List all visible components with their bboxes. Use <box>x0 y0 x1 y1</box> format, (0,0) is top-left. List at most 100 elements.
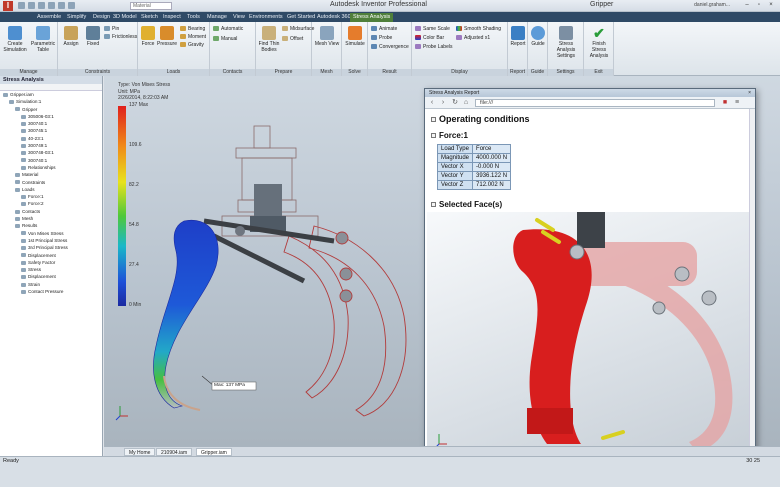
browser-tree-item[interactable]: Gripper.iam <box>0 91 102 98</box>
browser-tree-item[interactable]: 300740:1 <box>0 157 102 164</box>
home-icon[interactable] <box>68 2 75 9</box>
browser-tree-item[interactable]: Constraints <box>0 179 102 186</box>
parametric-table-button[interactable]: Parametric Table <box>30 26 56 53</box>
create-simulation-button[interactable]: Create Simulation <box>2 26 28 53</box>
tab-gripper[interactable]: Gripper.iam <box>196 448 232 456</box>
collapse-icon[interactable] <box>431 117 436 123</box>
color-bar-button[interactable]: Color Bar <box>415 35 444 41</box>
collapse-icon[interactable] <box>431 133 436 139</box>
bookmark-icon[interactable]: ■ <box>721 99 729 107</box>
bearing-button[interactable]: Bearing <box>180 26 205 32</box>
tab-autodesk-360[interactable]: Autodesk 360 <box>314 13 354 22</box>
tab-stress-analysis[interactable]: Stress Analysis <box>350 13 394 22</box>
convergence-button[interactable]: Convergence <box>371 44 409 50</box>
probe-button[interactable]: Probe <box>371 35 392 41</box>
browser-tree-item[interactable]: Simulation:1 <box>0 98 102 105</box>
browser-tree-item[interactable]: Displacement <box>0 252 102 259</box>
tab-inspect[interactable]: Inspect <box>160 13 184 22</box>
tree-item-label: Strain <box>28 281 41 287</box>
browser-tree-item[interactable]: Loads <box>0 186 102 193</box>
report-close-button[interactable]: × <box>748 89 751 97</box>
force-heading: Force:1 <box>431 131 468 140</box>
undo-icon[interactable] <box>48 2 55 9</box>
report-scrollbar[interactable] <box>749 109 755 460</box>
tab-my-home[interactable]: My Home <box>124 448 156 456</box>
guide-button[interactable]: Guide <box>529 26 547 47</box>
offset-button[interactable]: Offset <box>282 36 303 42</box>
save-icon[interactable] <box>38 2 45 9</box>
assign-button[interactable]: Assign <box>60 26 82 47</box>
browser-tree-item[interactable]: Contact Pressure <box>0 288 102 295</box>
smooth-shading-dropdown[interactable]: Smooth Shading <box>456 26 501 32</box>
pin-button[interactable]: Pin <box>104 26 119 32</box>
frictionless-button[interactable]: Frictionless <box>104 34 137 40</box>
close-button[interactable]: × <box>766 1 776 9</box>
browser-tree-item[interactable]: 40-23:1 <box>0 135 102 142</box>
user-name[interactable]: daniel.graham... <box>694 2 730 8</box>
browser-tree-item[interactable]: Von Mises Stress <box>0 230 102 237</box>
browser-tree-item[interactable]: Material <box>0 171 102 178</box>
gravity-button[interactable]: Gravity <box>180 42 204 48</box>
adjusted-dropdown[interactable]: Adjusted x1 <box>456 35 490 41</box>
browser-tree-item[interactable]: Mesh <box>0 215 102 222</box>
back-icon[interactable]: ‹ <box>428 99 436 107</box>
minimize-button[interactable]: – <box>742 1 752 9</box>
same-scale-button[interactable]: Same Scale <box>415 26 450 32</box>
tab-tools[interactable]: Tools <box>184 13 203 22</box>
open-icon[interactable] <box>28 2 35 9</box>
new-icon[interactable] <box>18 2 25 9</box>
probe-labels-button[interactable]: Probe Labels <box>415 44 452 50</box>
browser-tree-item[interactable]: 300749:1 <box>0 142 102 149</box>
tree-node-icon <box>9 100 14 105</box>
browser-tree-item[interactable]: 300745:1 <box>0 127 102 134</box>
browser-tree-item[interactable]: Force:2 <box>0 200 102 207</box>
browser-tree-item[interactable]: Stress <box>0 266 102 273</box>
browser-tree-item[interactable]: 300748-03:1 <box>0 149 102 156</box>
menu-icon[interactable]: ≡ <box>733 99 741 107</box>
animate-button[interactable]: Animate <box>371 26 397 32</box>
pressure-icon <box>160 26 174 40</box>
home-icon[interactable]: ⌂ <box>462 99 470 107</box>
material-select[interactable]: Material <box>130 2 172 10</box>
mesh-view-button[interactable]: Mesh View <box>314 26 340 47</box>
collapse-icon[interactable] <box>431 202 436 208</box>
fixed-button[interactable]: Fixed <box>84 26 102 47</box>
browser-tree-item[interactable]: Displacement <box>0 273 102 280</box>
browser-tree-item[interactable]: 305006-03:1 <box>0 113 102 120</box>
browser-tree-item[interactable]: Strain <box>0 281 102 288</box>
browser-tree-item[interactable]: Relationships <box>0 164 102 171</box>
browser-tree-item[interactable]: 1st Principal Stress <box>0 237 102 244</box>
browser-tree-item[interactable]: Results <box>0 222 102 229</box>
tab-assemble[interactable]: Assemble <box>34 13 64 22</box>
force-button[interactable]: Force <box>140 26 156 47</box>
tab-environments[interactable]: Environments <box>246 13 286 22</box>
browser-tree-item[interactable]: Contacts <box>0 208 102 215</box>
app-logo-icon[interactable]: I <box>3 1 13 11</box>
tab-3d-model[interactable]: 3D Model <box>110 13 140 22</box>
redo-icon[interactable] <box>58 2 65 9</box>
manual-button[interactable]: Manual <box>213 36 237 42</box>
address-bar[interactable]: file:/// <box>475 99 715 107</box>
midsurface-button[interactable]: Midsurface <box>282 26 314 32</box>
stress-analysis-settings-button[interactable]: Stress Analysis Settings <box>550 26 582 59</box>
browser-tree-item[interactable]: 300740:1 <box>0 120 102 127</box>
tab-simplify[interactable]: Simplify <box>64 13 89 22</box>
report-button[interactable]: Report <box>509 26 527 47</box>
tab-sketch[interactable]: Sketch <box>138 13 161 22</box>
browser-tree-item[interactable]: Gripper <box>0 106 102 113</box>
tab-210904[interactable]: 210904.iam <box>156 448 193 456</box>
automatic-button[interactable]: Automatic <box>213 26 243 32</box>
simulate-button[interactable]: Simulate <box>344 26 366 47</box>
forward-icon[interactable]: › <box>439 99 447 107</box>
pressure-button[interactable]: Pressure <box>156 26 178 47</box>
tab-manage[interactable]: Manage <box>204 13 230 22</box>
browser-tree-item[interactable]: Safety Factor <box>0 259 102 266</box>
moment-button[interactable]: Moment <box>180 34 206 40</box>
browser-tree-item[interactable]: Force:1 <box>0 193 102 200</box>
status-text: Ready <box>3 458 19 464</box>
reload-icon[interactable]: ↻ <box>451 99 459 107</box>
finish-stress-analysis-button[interactable]: ✔ Finish Stress Analysis <box>586 26 612 59</box>
maximize-button[interactable]: ▫ <box>754 1 764 9</box>
find-thin-bodies-button[interactable]: Find Thin Bodies <box>257 26 281 53</box>
browser-tree-item[interactable]: 3rd Principal Stress <box>0 244 102 251</box>
